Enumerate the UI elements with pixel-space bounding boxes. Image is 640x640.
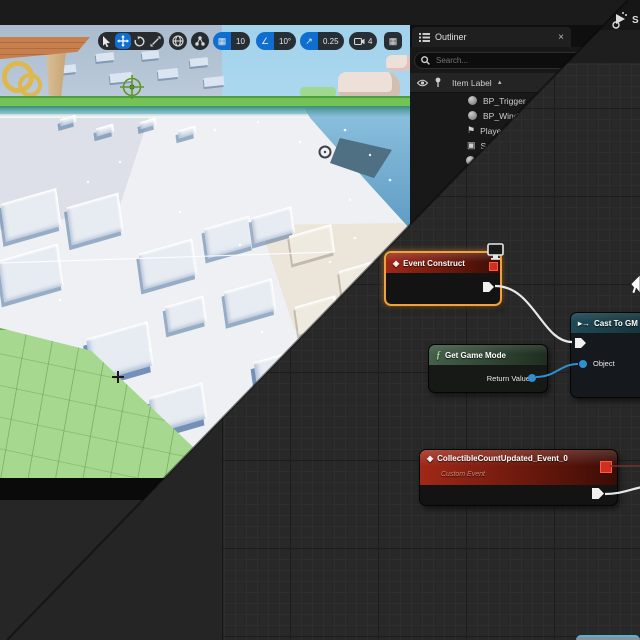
eye-icon[interactable] xyxy=(417,79,428,87)
search-icon xyxy=(421,56,430,65)
scale-snap-icon[interactable]: ↗ xyxy=(300,32,318,50)
sort-ascending-icon[interactable]: ▲ xyxy=(497,80,503,86)
globe-icon xyxy=(172,35,184,47)
world-local-toggle[interactable] xyxy=(169,32,187,50)
player-flag-icon: ⚑ xyxy=(467,125,475,136)
exec-in-pin[interactable] xyxy=(575,338,586,348)
cast-icon: ▸→ xyxy=(578,319,590,328)
exec-out-pin[interactable] xyxy=(483,282,494,292)
unreal-editor: S ◈ Event Construct ▸→ Cast To GM Object xyxy=(0,0,640,640)
surface-snap-icon xyxy=(194,35,206,47)
node-get-game-mode-header: ƒ Get Game Mode xyxy=(429,345,547,365)
outliner-item-label: BP_Trigger xyxy=(483,96,526,106)
move-icon xyxy=(117,35,129,47)
node-get-game-mode-title: Get Game Mode xyxy=(445,351,506,360)
node-custom-event[interactable]: ◈ CollectibleCountUpdated_Event_0 Custom… xyxy=(419,449,618,506)
move-tool-button[interactable] xyxy=(115,33,131,49)
return-value-label: Return Value xyxy=(487,374,530,383)
scale-icon xyxy=(150,36,161,47)
viewmode-grid-button[interactable]: ▦ xyxy=(384,32,402,50)
rotate-tool-button[interactable] xyxy=(131,33,147,49)
event-diamond-icon: ◈ xyxy=(393,259,399,268)
node-cast-header: ▸→ Cast To GM xyxy=(571,313,640,333)
scale-snap-value[interactable]: 0.25 xyxy=(318,32,344,50)
node-get-game-mode[interactable]: ƒ Get Game Mode Return Value xyxy=(428,344,548,393)
grid-snap-icon[interactable]: ▦ xyxy=(213,32,231,50)
select-tool-button[interactable] xyxy=(99,33,115,49)
scale-tool-button[interactable] xyxy=(147,33,163,49)
header-item-label[interactable]: Item Label xyxy=(452,78,492,88)
pin-icon[interactable] xyxy=(434,77,442,88)
node-cast-title: Cast To GM xyxy=(594,319,638,328)
transform-tool-group xyxy=(98,32,164,50)
event-diamond-icon: ◈ xyxy=(427,454,433,463)
static-mesh-cube-icon: ▣ xyxy=(467,140,476,151)
camera-icon xyxy=(354,37,365,46)
outliner-list-icon xyxy=(419,33,430,42)
scale-snap-control[interactable]: ↗ 0.25 xyxy=(300,32,344,50)
island-rock xyxy=(338,72,400,97)
monitor-icon xyxy=(486,243,506,261)
grid-snap-control[interactable]: ▦ 10 xyxy=(213,32,250,50)
rotate-icon xyxy=(134,36,145,47)
delegate-pin[interactable] xyxy=(600,461,612,473)
node-event-construct-title: Event Construct xyxy=(403,259,465,268)
return-value-pin[interactable] xyxy=(528,374,536,382)
actor-icon xyxy=(468,96,477,105)
grid-icon: ▦ xyxy=(389,36,398,47)
select-arrow-icon xyxy=(102,36,112,47)
node-custom-event-title: CollectibleCountUpdated_Event_0 xyxy=(437,454,568,463)
tab-outliner-label: Outliner xyxy=(435,32,467,42)
function-icon: ƒ xyxy=(436,350,441,361)
angle-snap-icon[interactable]: ∠ xyxy=(256,32,274,50)
surface-snap-button[interactable] xyxy=(191,32,209,50)
offscreen-node-top[interactable] xyxy=(576,635,640,640)
camera-speed-control[interactable]: 4 xyxy=(349,32,377,50)
exec-out-pin[interactable] xyxy=(592,488,604,499)
close-icon[interactable]: × xyxy=(558,32,564,43)
rotation-snap-control[interactable]: ∠ 10° xyxy=(256,32,296,50)
node-event-construct-header: ◈ Event Construct xyxy=(386,253,500,273)
island-rock-small xyxy=(386,55,410,71)
actor-icon xyxy=(468,111,477,120)
grid-snap-value[interactable]: 10 xyxy=(231,32,250,50)
node-custom-event-header: ◈ CollectibleCountUpdated_Event_0 Custom… xyxy=(420,450,617,485)
menu-bar xyxy=(0,0,640,25)
gold-swirl xyxy=(18,73,42,97)
delegate-pin[interactable] xyxy=(489,262,498,271)
rotation-snap-value[interactable]: 10° xyxy=(274,32,296,50)
node-cast-to-gm[interactable]: ▸→ Cast To GM Object xyxy=(570,312,640,398)
tab-outliner[interactable]: Outliner × xyxy=(412,27,571,47)
teal-shadow xyxy=(0,106,410,117)
object-pin-label: Object xyxy=(593,359,615,368)
camera-speed-value: 4 xyxy=(368,37,372,46)
node-event-construct[interactable]: ◈ Event Construct xyxy=(384,251,502,306)
simulate-label: S xyxy=(632,15,639,26)
node-custom-event-subtitle: Custom Event xyxy=(441,471,610,478)
object-pin[interactable] xyxy=(579,360,587,368)
